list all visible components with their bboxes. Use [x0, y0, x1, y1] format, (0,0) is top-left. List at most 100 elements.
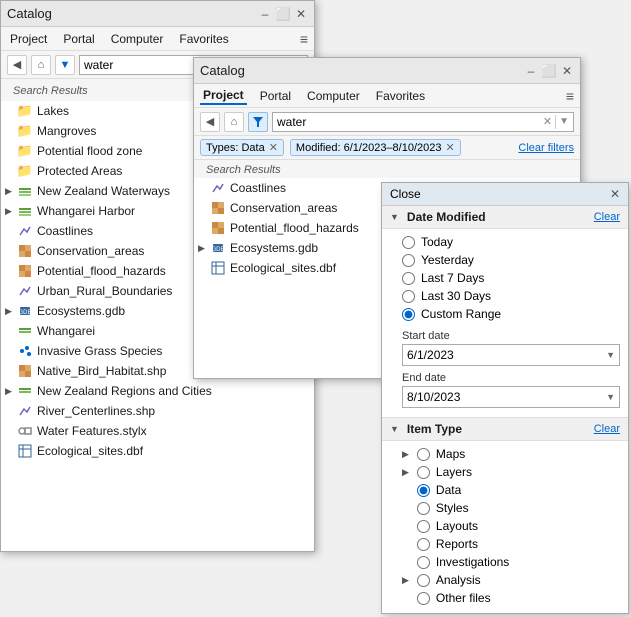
hamburger-menu-2[interactable]: ≡ — [566, 88, 574, 104]
menu-project-1[interactable]: Project — [7, 31, 50, 47]
filter-panel-close-button[interactable]: ✕ — [610, 187, 620, 201]
item-label: Conservation_areas — [230, 201, 337, 215]
end-date-dropdown-icon[interactable]: ▼ — [606, 392, 615, 402]
search-input-2[interactable] — [277, 115, 543, 129]
filter-tag-types-close[interactable]: ✕ — [269, 141, 278, 154]
item-label: New Zealand Waterways — [37, 184, 170, 198]
radio-today-input[interactable] — [402, 236, 415, 249]
type-styles-row[interactable]: ▶ Styles — [402, 499, 620, 517]
filter-button-1[interactable]: ▼ — [55, 55, 75, 75]
end-date-value: 8/10/2023 — [407, 390, 460, 404]
expand-arrow-icon: ▶ — [5, 186, 17, 197]
back-button-2[interactable]: ◀ — [200, 112, 220, 132]
menu-portal-2[interactable]: Portal — [257, 88, 294, 104]
type-analysis-row[interactable]: ▶ Analysis — [402, 571, 620, 589]
type-other-input[interactable] — [417, 592, 430, 605]
menu-portal-1[interactable]: Portal — [60, 31, 97, 47]
date-clear-button[interactable]: Clear — [594, 211, 620, 223]
layer-icon — [17, 383, 33, 399]
radio-last7days[interactable]: Last 7 Days — [402, 269, 620, 287]
list-item[interactable]: Water Features.stylx — [1, 421, 314, 441]
type-reports-row[interactable]: ▶ Reports — [402, 535, 620, 553]
filter-tag-types: Types: Data ✕ — [200, 139, 284, 156]
folder-icon: 📁 — [17, 123, 33, 139]
item-type-label: Item Type — [407, 422, 462, 436]
analysis-expand-icon[interactable]: ▶ — [402, 575, 409, 586]
maps-expand-icon[interactable]: ▶ — [402, 449, 409, 460]
home-button-1[interactable]: ⌂ — [31, 55, 51, 75]
restore-button-1[interactable]: ⬜ — [276, 7, 290, 21]
title-bar-controls-2: – ⬜ ✕ — [524, 64, 574, 78]
close-button-1[interactable]: ✕ — [294, 7, 308, 21]
item-label: Potential_flood_hazards — [37, 264, 166, 278]
layers-expand-icon[interactable]: ▶ — [402, 467, 409, 478]
radio-yesterday-input[interactable] — [402, 254, 415, 267]
search-results-label-2: Search Results — [200, 161, 287, 179]
type-layers-row[interactable]: ▶ Layers — [402, 463, 620, 481]
close-button-2[interactable]: ✕ — [560, 64, 574, 78]
filter-tag-modified-close[interactable]: ✕ — [445, 141, 454, 154]
radio-last30days[interactable]: Last 30 Days — [402, 287, 620, 305]
hamburger-menu-1[interactable]: ≡ — [300, 31, 308, 47]
data-expand-icon: ▶ — [402, 485, 409, 496]
filter-button-2[interactable] — [248, 112, 268, 132]
type-other-files-row[interactable]: ▶ Other files — [402, 589, 620, 607]
menu-computer-2[interactable]: Computer — [304, 88, 363, 104]
back-button-1[interactable]: ◀ — [7, 55, 27, 75]
item-label: Mangroves — [37, 124, 96, 138]
type-investigations-input[interactable] — [417, 556, 430, 569]
date-section-expand-icon: ▼ — [390, 212, 399, 222]
menu-favorites-2[interactable]: Favorites — [373, 88, 428, 104]
end-date-input[interactable]: 8/10/2023 ▼ — [402, 386, 620, 408]
radio-custom-range-input[interactable] — [402, 308, 415, 321]
search-clear-icon[interactable]: ✕ — [543, 115, 552, 128]
minimize-button-1[interactable]: – — [258, 7, 272, 21]
home-button-2[interactable]: ⌂ — [224, 112, 244, 132]
type-layouts-row[interactable]: ▶ Layouts — [402, 517, 620, 535]
type-analysis-input[interactable] — [417, 574, 430, 587]
type-data-input[interactable] — [417, 484, 430, 497]
type-maps-input[interactable] — [417, 448, 430, 461]
search-dropdown-icon[interactable]: ▼ — [559, 116, 569, 127]
list-item[interactable]: River_Centerlines.shp — [1, 401, 314, 421]
list-item[interactable]: ▶ New Zealand Regions and Cities — [1, 381, 314, 401]
menu-computer-1[interactable]: Computer — [108, 31, 167, 47]
radio-yesterday[interactable]: Yesterday — [402, 251, 620, 269]
type-reports-input[interactable] — [417, 538, 430, 551]
type-layers-input[interactable] — [417, 466, 430, 479]
type-layouts-input[interactable] — [417, 520, 430, 533]
type-data-label: Data — [436, 483, 461, 497]
radio-custom-range-label: Custom Range — [421, 307, 501, 321]
type-styles-input[interactable] — [417, 502, 430, 515]
item-type-section-header[interactable]: ▼ Item Type Clear — [382, 418, 628, 441]
radio-last7days-input[interactable] — [402, 272, 415, 285]
list-item[interactable]: Ecological_sites.dbf — [1, 441, 314, 461]
item-type-expand-icon: ▼ — [390, 424, 399, 434]
clear-filters-button[interactable]: Clear filters — [518, 142, 574, 154]
radio-last30days-input[interactable] — [402, 290, 415, 303]
item-label: Conservation_areas — [37, 244, 144, 258]
type-investigations-row[interactable]: ▶ Investigations — [402, 553, 620, 571]
item-label: Whangarei — [37, 324, 95, 338]
item-label: Lakes — [37, 104, 69, 118]
type-investigations-label: Investigations — [436, 555, 509, 569]
folder-icon: 📁 — [17, 103, 33, 119]
minimize-button-2[interactable]: – — [524, 64, 538, 78]
type-maps-row[interactable]: ▶ Maps — [402, 445, 620, 463]
layer-icon — [17, 203, 33, 219]
radio-custom-range[interactable]: Custom Range — [402, 305, 620, 323]
restore-button-2[interactable]: ⬜ — [542, 64, 556, 78]
vector-icon — [17, 403, 33, 419]
item-type-clear-button[interactable]: Clear — [594, 423, 620, 435]
menu-favorites-1[interactable]: Favorites — [176, 31, 231, 47]
item-label: Ecosystems.gdb — [230, 241, 318, 255]
start-date-dropdown-icon[interactable]: ▼ — [606, 350, 615, 360]
vector-icon — [17, 283, 33, 299]
menu-project-2[interactable]: Project — [200, 87, 247, 105]
style-icon — [17, 423, 33, 439]
type-data-row[interactable]: ▶ Data — [402, 481, 620, 499]
date-modified-section-header[interactable]: ▼ Date Modified Clear — [382, 206, 628, 229]
start-date-input[interactable]: 6/1/2023 ▼ — [402, 344, 620, 366]
radio-today[interactable]: Today — [402, 233, 620, 251]
item-label: River_Centerlines.shp — [37, 404, 155, 418]
